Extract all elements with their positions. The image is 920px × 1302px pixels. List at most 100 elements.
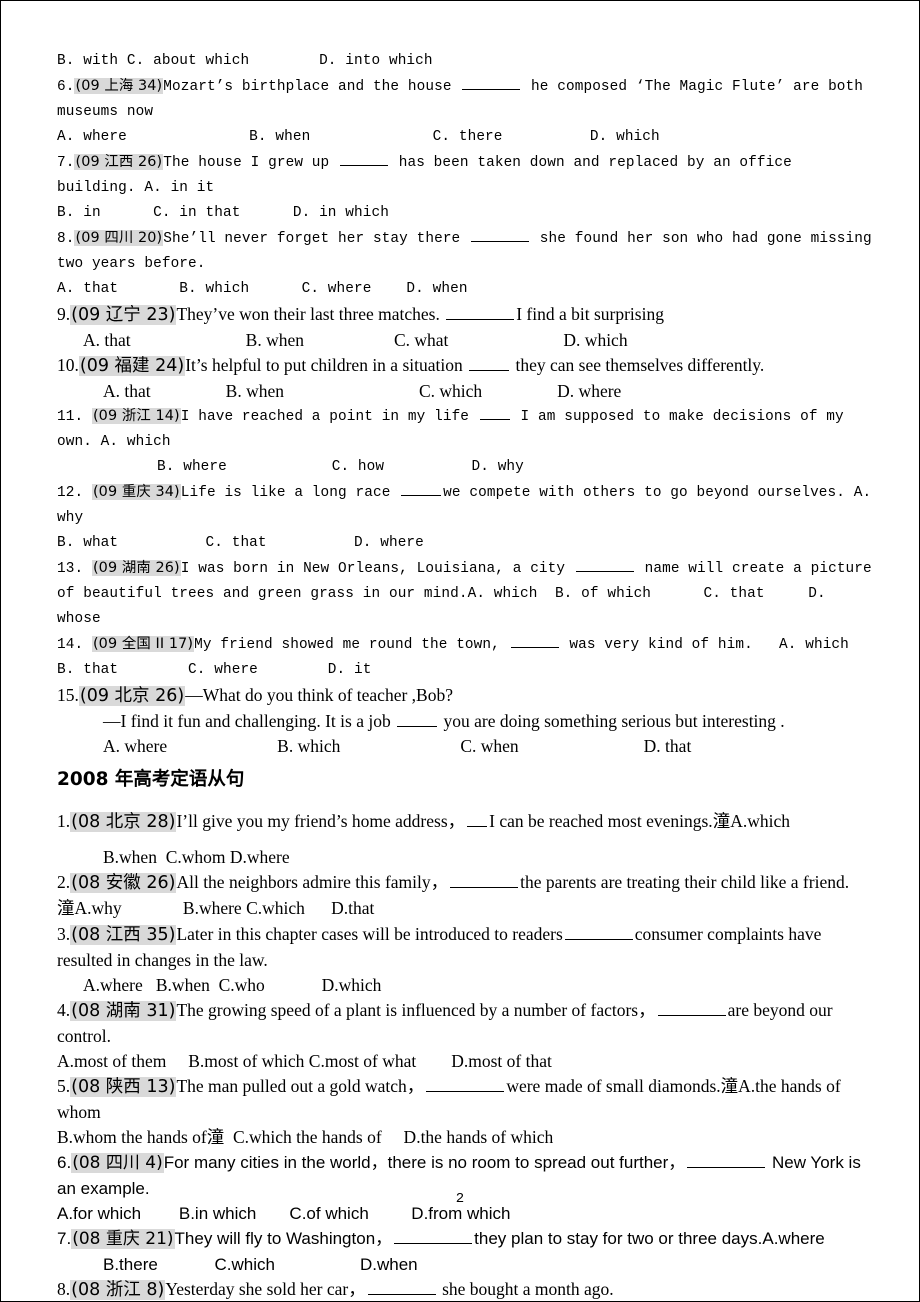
separator-glyph: 潼	[720, 1077, 739, 1097]
answer-blank[interactable]	[479, 405, 510, 420]
answer-blank[interactable]	[469, 353, 510, 371]
question-stem-tail: I can be reached most evenings.	[489, 811, 713, 831]
source-tag: (09 重庆 34)	[91, 484, 181, 500]
q2008-4-options[interactable]: A.most of them B.most of which C.most of…	[57, 1049, 875, 1074]
answer-blank[interactable]	[426, 1074, 505, 1092]
q2008-2-options[interactable]: 潼A.why B.where C.which D.that	[57, 896, 875, 922]
source-tag: (08 重庆 21)	[71, 1229, 175, 1249]
option-b[interactable]: B. when	[246, 330, 304, 350]
option-list[interactable]: A.most of them B.most of which C.most of…	[57, 1051, 552, 1071]
question-block-2008: 1.(08 北京 28)I’ll give you my friend’s ho…	[57, 809, 875, 1301]
question-stem: Yesterday she sold her car，	[165, 1279, 366, 1299]
question-stem-tail: they can see themselves differently.	[511, 355, 765, 375]
option-list[interactable]: B.when C.whom D.where	[103, 847, 290, 867]
question-15-options: A. where B. which C. when D. that	[57, 734, 875, 759]
answer-blank[interactable]	[471, 227, 530, 242]
question-stem-tail: the parents are treating their child lik…	[520, 872, 850, 892]
option-a[interactable]: A.which	[730, 811, 790, 831]
question-number: 6.	[57, 1153, 72, 1172]
section-heading-text: 2008 年高考定语从句	[57, 769, 245, 790]
option-a[interactable]: A. that	[83, 330, 131, 350]
question-stem: Life is like a long race	[180, 485, 400, 501]
answer-blank[interactable]	[367, 1277, 436, 1295]
dialog-answer: —I find it fun and challenging. It is a …	[103, 711, 396, 731]
document-body: B. with C. about which D. into which 6. (…	[57, 49, 875, 1301]
question-15-answer: —I find it fun and challenging. It is a …	[57, 709, 875, 734]
answer-blank[interactable]	[467, 809, 488, 827]
answer-blank[interactable]	[657, 998, 726, 1016]
q2008-5: 5.(08 陕西 13)The man pulled out a gold wa…	[57, 1074, 875, 1125]
q2008-3: 3.(08 江西 35)Later in this chapter cases …	[57, 922, 875, 973]
option-c[interactable]: C. which	[419, 381, 482, 401]
answer-blank[interactable]	[510, 633, 559, 648]
option-c[interactable]: C. what	[394, 330, 448, 350]
answer-blank[interactable]	[340, 151, 388, 166]
question-11: 11. (09 浙江 14)I have reached a point in …	[57, 404, 875, 455]
source-tag: (09 浙江 14)	[91, 408, 181, 424]
option-a[interactable]: A.where	[762, 1229, 824, 1248]
source-tag: (08 浙江 8)	[70, 1280, 166, 1300]
question-11-options[interactable]: B. where C. how D. why	[57, 455, 875, 480]
option-c[interactable]: C. when	[460, 736, 518, 756]
answer-blank[interactable]	[462, 75, 521, 90]
q2008-1-options[interactable]: B.when C.whom D.where	[57, 845, 875, 870]
question-10: 10.(09 福建 24)It’s helpful to put childre…	[57, 353, 875, 379]
question-14-options[interactable]: B. that C. where D. it	[57, 658, 875, 683]
q2008-3-options[interactable]: A.where B.when C.who D.which	[57, 973, 875, 998]
question-stem: It’s helpful to put children in a situat…	[185, 355, 468, 375]
question-stem-tail: she bought a month ago.	[437, 1279, 614, 1299]
question-15: 15.(09 北京 26)—What do you think of teach…	[57, 683, 875, 709]
source-tag: (08 湖南 31)	[70, 1001, 177, 1021]
option-d[interactable]: D. that	[644, 736, 692, 756]
question-stem: Mozart’s birthplace and the house	[163, 79, 461, 95]
answer-blank[interactable]	[446, 302, 515, 320]
source-tag: (09 全国 II 17)	[91, 636, 195, 652]
option-list[interactable]: B. where C. how D. why	[157, 459, 524, 475]
option-list[interactable]: A.why B.where C.which D.that	[75, 898, 375, 918]
option-list[interactable]: B.whom the hands of潼 C.which the hands o…	[57, 1127, 553, 1147]
option-b[interactable]: B. when	[226, 381, 284, 401]
question-7-options[interactable]: B. in C. in that D. in which	[57, 201, 875, 226]
answer-blank[interactable]	[564, 922, 633, 940]
q2008-5-options[interactable]: B.whom the hands of潼 C.which the hands o…	[57, 1125, 875, 1150]
source-tag: (09 福建 24)	[78, 356, 186, 376]
q2008-7-options[interactable]: B.there C.which D.when	[57, 1252, 875, 1277]
answer-blank[interactable]	[397, 709, 438, 727]
q2008-2: 2.(08 安徽 26)All the neighbors admire thi…	[57, 870, 875, 896]
answer-blank[interactable]	[575, 557, 634, 572]
question-number: 2.	[57, 872, 71, 892]
option-a[interactable]: A. that	[103, 381, 151, 401]
answer-blank[interactable]	[450, 870, 519, 888]
answer-blank[interactable]	[687, 1151, 766, 1168]
option-list[interactable]: A.where B.when C.who D.which	[83, 975, 381, 995]
question-8-options[interactable]: A. that B. which C. where D. when	[57, 277, 875, 302]
question-number: 9.	[57, 304, 71, 324]
question-12-options[interactable]: B. what C. that D. where	[57, 531, 875, 556]
question-9: 9.(09 辽宁 23)They’ve won their last three…	[57, 302, 875, 328]
question-stem: I have reached a point in my life	[180, 409, 478, 425]
question-number: 14.	[57, 637, 84, 653]
separator-glyph: 潼	[712, 812, 731, 832]
question-6-options[interactable]: A. where B. when C. there D. which	[57, 125, 875, 150]
option-b[interactable]: B. which	[277, 736, 340, 756]
answer-blank[interactable]	[401, 481, 442, 496]
dialog-question: —What do you think of teacher ,Bob?	[185, 685, 453, 705]
question-stem: The growing speed of a plant is influenc…	[176, 1000, 656, 1020]
question-stem: I’ll give you my friend’s home address，	[176, 811, 466, 831]
question-5-options-tail: B. with C. about which D. into which	[57, 53, 433, 69]
question-number: 13.	[57, 561, 84, 577]
option-a[interactable]: A. where	[103, 736, 167, 756]
option-d[interactable]: D. which	[563, 330, 627, 350]
question-8: 8.(09 四川 20)She’ll never forget her stay…	[57, 226, 875, 277]
q2008-8: 8.(08 浙江 8)Yesterday she sold her car， s…	[57, 1277, 875, 1301]
question-number: 11.	[57, 409, 84, 425]
source-tag: (08 江西 35)	[70, 925, 177, 945]
question-number: 15.	[57, 685, 79, 705]
q2008-1: 1.(08 北京 28)I’ll give you my friend’s ho…	[57, 809, 875, 835]
question-stem-tail: were made of small diamonds.	[506, 1076, 721, 1096]
option-list[interactable]: B.there C.which D.when	[103, 1255, 418, 1274]
source-tag: (08 北京 28)	[70, 812, 177, 832]
question-stem-tail: was very kind of him. A. which	[560, 637, 849, 653]
answer-blank[interactable]	[394, 1227, 473, 1244]
option-d[interactable]: D. where	[557, 381, 621, 401]
